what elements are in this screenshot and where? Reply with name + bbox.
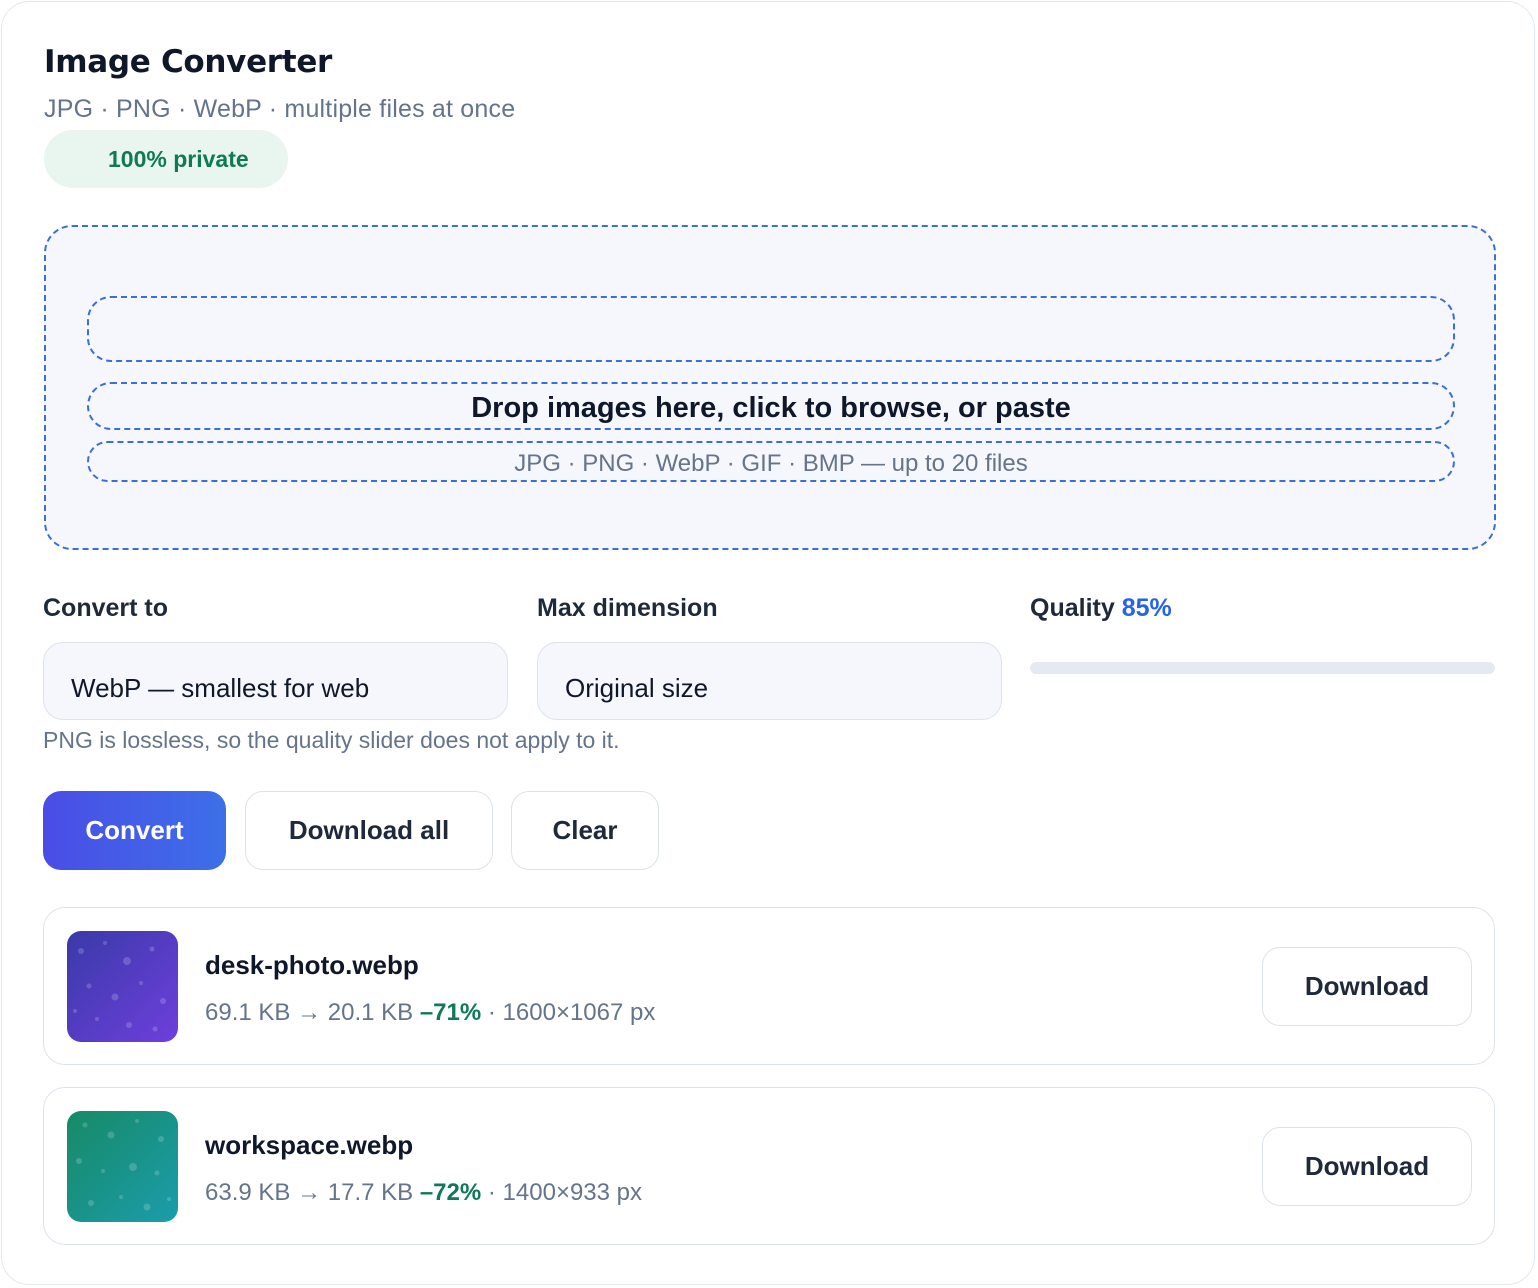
quality-slider[interactable] [1030,662,1495,674]
size-saving: –72% [419,1179,482,1206]
new-size: 17.7 KB [327,1179,414,1206]
max-dimension-value: Original size [565,673,709,703]
dropzone-hint: JPG · PNG · WebP · GIF · BMP — up to 20 … [87,441,1455,482]
converter-card: Image Converter JPG · PNG · WebP · multi… [1,1,1535,1285]
image-dropzone[interactable]: Drop images here, click to browse, or pa… [44,225,1496,550]
quality-label-group: Quality 85% [1030,594,1172,623]
arrow-icon: → [297,999,322,1026]
download-button[interactable]: Download [1262,1127,1472,1206]
convert-to-select[interactable]: WebP — smallest for web [43,642,508,720]
dropzone-icon-area [87,296,1455,362]
quality-label: Quality [1030,594,1115,622]
clear-button[interactable]: Clear [511,791,659,870]
convert-to-value: WebP — smallest for web [71,673,370,703]
png-quality-note: PNG is lossless, so the quality slider d… [43,727,620,753]
file-name: desk-photo.webp [205,950,419,980]
convert-button[interactable]: Convert [43,791,226,870]
original-size: 69.1 KB [205,999,291,1026]
file-size-info: 63.9 KB → 17.7 KB –72% · 1400×933 px [205,1179,642,1207]
file-thumbnail [67,931,178,1042]
original-size: 63.9 KB [205,1179,291,1206]
max-dimension-select[interactable]: Original size [537,642,1002,720]
quality-value: 85% [1121,594,1172,622]
image-dimensions: · 1400×933 px [487,1179,643,1206]
privacy-badge: 100% private [44,130,288,188]
max-dimension-label: Max dimension [537,594,718,622]
file-thumbnail [67,1111,178,1222]
size-saving: –71% [419,999,482,1026]
file-result-row: desk-photo.webp 69.1 KB → 20.1 KB –71% ·… [43,907,1495,1065]
image-dimensions: · 1600×1067 px [487,999,656,1026]
new-size: 20.1 KB [327,999,414,1026]
download-button[interactable]: Download [1262,947,1472,1026]
convert-to-label: Convert to [43,594,168,622]
arrow-icon: → [297,1179,322,1206]
file-result-row: workspace.webp 63.9 KB → 17.7 KB –72% · … [43,1087,1495,1245]
dropzone-title: Drop images here, click to browse, or pa… [87,382,1455,430]
page-title: Image Converter [44,44,333,80]
download-all-button[interactable]: Download all [245,791,493,870]
file-name: workspace.webp [205,1130,414,1160]
file-size-info: 69.1 KB → 20.1 KB –71% · 1600×1067 px [205,999,655,1027]
page-subtitle: JPG · PNG · WebP · multiple files at onc… [44,95,516,123]
